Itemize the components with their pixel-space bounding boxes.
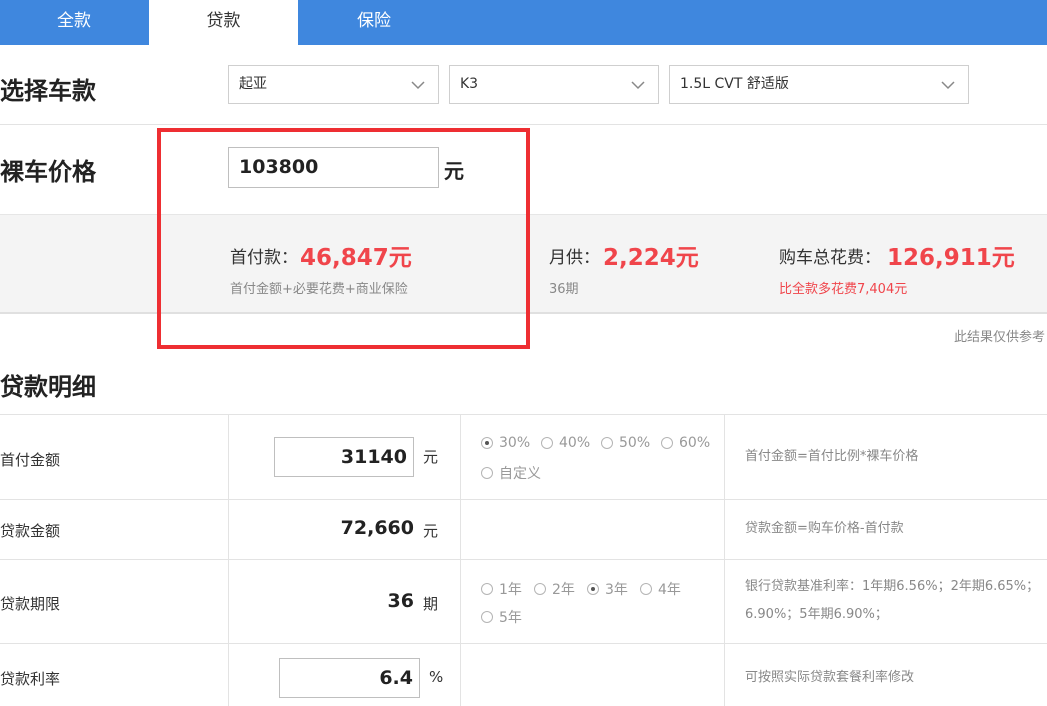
table-col-divider: [460, 414, 461, 706]
table-row-divider: [0, 499, 1047, 500]
loan-rate-hint: 可按照实际贷款套餐利率修改: [745, 670, 915, 685]
monthly-value: 2,224元: [603, 245, 699, 271]
radio-label: 5年: [499, 610, 522, 626]
radio-icon: [541, 437, 553, 449]
select-car-title: 选择车款: [0, 77, 96, 105]
down-amount-label: 首付金额: [0, 451, 61, 469]
loan-amount-unit: 元: [423, 522, 439, 540]
table-col-divider: [228, 414, 229, 706]
loan-term-option[interactable]: 1年: [481, 579, 522, 599]
bare-price-input[interactable]: 103800: [228, 147, 439, 188]
chevron-down-icon: [941, 81, 955, 90]
loan-amount-value: 72,660: [340, 517, 414, 539]
trim-select-value: 1.5L CVT 舒适版: [680, 76, 789, 92]
trim-select[interactable]: 1.5L CVT 舒适版: [669, 65, 969, 104]
loan-amount-label: 贷款金额: [0, 522, 61, 540]
down-payment-value: 46,847元: [300, 245, 412, 271]
table-row-divider: [0, 559, 1047, 560]
tab-bar: 全款 贷款 保险: [0, 0, 1047, 45]
down-payment-sub: 首付金额+必要花费+商业保险: [230, 282, 408, 297]
loan-term-unit: 期: [423, 595, 439, 613]
loan-summary: 首付款： 46,847元 首付金额+必要花费+商业保险 月供： 2,224元 3…: [0, 214, 1047, 314]
bare-price-title: 裸车价格: [0, 158, 96, 186]
monthly-sub: 36期: [549, 282, 579, 297]
radio-label: 1年: [499, 582, 522, 598]
loan-term-option[interactable]: 4年: [640, 579, 681, 599]
down-amount-input[interactable]: 31140: [274, 437, 414, 477]
brand-select-value: 起亚: [239, 76, 267, 92]
bare-price-unit: 元: [444, 159, 464, 183]
down-ratio-option[interactable]: 50%: [601, 435, 650, 451]
down-ratio-option[interactable]: 40%: [541, 435, 590, 451]
table-col-divider: [724, 414, 725, 706]
radio-checked-icon: [481, 437, 493, 449]
loan-term-option[interactable]: 3年: [587, 579, 628, 599]
chevron-down-icon: [411, 81, 425, 90]
loan-rate-unit: %: [429, 668, 444, 686]
radio-icon: [661, 437, 673, 449]
radio-icon: [534, 583, 546, 595]
down-payment-label: 首付款：: [230, 248, 298, 268]
total-cost-label: 购车总花费：: [779, 248, 881, 268]
total-cost-value: 126,911元: [887, 245, 1015, 271]
disclaimer-note: 此结果仅供参考: [953, 330, 1045, 345]
tab-full-payment[interactable]: 全款: [0, 0, 148, 45]
model-select[interactable]: K3: [449, 65, 659, 104]
loan-rate-input[interactable]: 6.4: [279, 658, 420, 698]
radio-icon: [481, 611, 493, 623]
chevron-down-icon: [631, 81, 645, 90]
loan-detail-title: 贷款明细: [0, 373, 96, 401]
monthly-label: 月供：: [549, 248, 600, 268]
radio-label: 60%: [679, 435, 711, 451]
radio-icon: [640, 583, 652, 595]
down-ratio-option[interactable]: 30%: [481, 435, 530, 451]
model-select-value: K3: [460, 76, 479, 92]
down-amount-hint: 首付金额=首付比例*裸车价格: [745, 449, 919, 464]
loan-term-hint-line2: 6.90%；5年期6.90%；: [745, 607, 888, 622]
radio-label: 3年: [605, 582, 628, 598]
loan-amount-hint: 贷款金额=购车价格-首付款: [745, 521, 904, 536]
radio-label: 40%: [559, 435, 591, 451]
radio-label: 30%: [499, 435, 531, 451]
tab-insurance[interactable]: 保险: [298, 0, 450, 45]
radio-label: 2年: [552, 582, 575, 598]
radio-icon: [481, 467, 493, 479]
tab-loan[interactable]: 贷款: [149, 0, 298, 45]
table-border: [0, 414, 1047, 415]
divider: [0, 124, 1047, 125]
loan-term-option[interactable]: 5年: [481, 607, 522, 627]
radio-checked-icon: [587, 583, 599, 595]
radio-label: 50%: [619, 435, 651, 451]
radio-icon: [601, 437, 613, 449]
down-ratio-option[interactable]: 60%: [661, 435, 710, 451]
table-row-divider: [0, 643, 1047, 644]
loan-term-label: 贷款期限: [0, 595, 61, 613]
radio-label: 4年: [658, 582, 681, 598]
down-ratio-option[interactable]: 自定义: [481, 463, 541, 483]
total-cost-sub: 比全款多花费7,404元: [779, 282, 908, 297]
radio-icon: [481, 583, 493, 595]
radio-label: 自定义: [499, 466, 541, 482]
brand-select[interactable]: 起亚: [228, 65, 439, 104]
down-amount-unit: 元: [423, 448, 439, 466]
loan-term-value: 36: [387, 590, 414, 612]
loan-rate-label: 贷款利率: [0, 670, 61, 688]
loan-term-option[interactable]: 2年: [534, 579, 575, 599]
loan-term-hint-line1: 银行贷款基准利率：1年期6.56%；2年期6.65%；: [745, 579, 1040, 594]
